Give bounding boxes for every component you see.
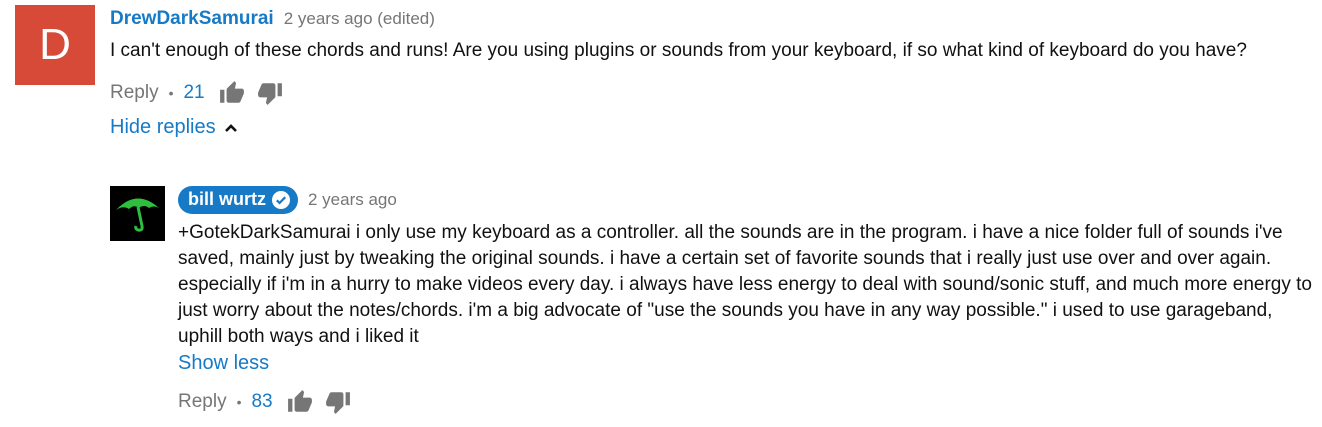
reply-button[interactable]: Reply (110, 82, 159, 104)
hide-replies-button[interactable]: Hide replies (110, 116, 1315, 139)
separator-dot: • (236, 394, 242, 410)
comment-timestamp[interactable]: 2 years ago (edited) (284, 9, 435, 29)
thumb-up-icon[interactable] (287, 389, 313, 415)
like-count: 83 (251, 391, 273, 412)
reply-text: +GotekDarkSamurai i only use my keyboard… (178, 222, 1312, 347)
thumb-up-icon[interactable] (219, 80, 245, 106)
check-circle-icon (272, 190, 290, 209)
reply-body: bill wurtz 2 years ago +GotekDarkSamurai… (178, 186, 1318, 417)
comment-body: DrewDarkSamurai 2 years ago (edited) I c… (110, 5, 1315, 139)
separator-dot: • (168, 85, 174, 101)
green-umbrella-icon (110, 186, 165, 241)
avatar[interactable] (110, 186, 165, 241)
author-link: bill wurtz (188, 189, 266, 209)
author-link[interactable]: DrewDarkSamurai (110, 8, 274, 30)
comment-text: I can't enough of these chords and runs!… (110, 40, 1247, 61)
show-less-button[interactable]: Show less (178, 352, 1318, 375)
like-count: 21 (183, 82, 205, 103)
reply-header: bill wurtz 2 years ago (178, 186, 1318, 214)
thumb-down-icon[interactable] (257, 80, 283, 106)
chevron-up-icon (224, 123, 237, 132)
hide-replies-label: Hide replies (110, 116, 216, 138)
channel-owner-badge[interactable]: bill wurtz (178, 186, 298, 214)
comment-actions: Reply • 21 (110, 78, 1315, 108)
thumb-down-icon[interactable] (325, 389, 351, 415)
avatar-letter: D (39, 20, 71, 69)
reply-actions: Reply • 83 (178, 387, 1318, 417)
comment-header: DrewDarkSamurai 2 years ago (edited) (110, 5, 1315, 33)
avatar[interactable]: D (15, 5, 95, 85)
reply-button[interactable]: Reply (178, 391, 227, 413)
show-less-label: Show less (178, 352, 270, 374)
reply-timestamp[interactable]: 2 years ago (308, 190, 397, 210)
